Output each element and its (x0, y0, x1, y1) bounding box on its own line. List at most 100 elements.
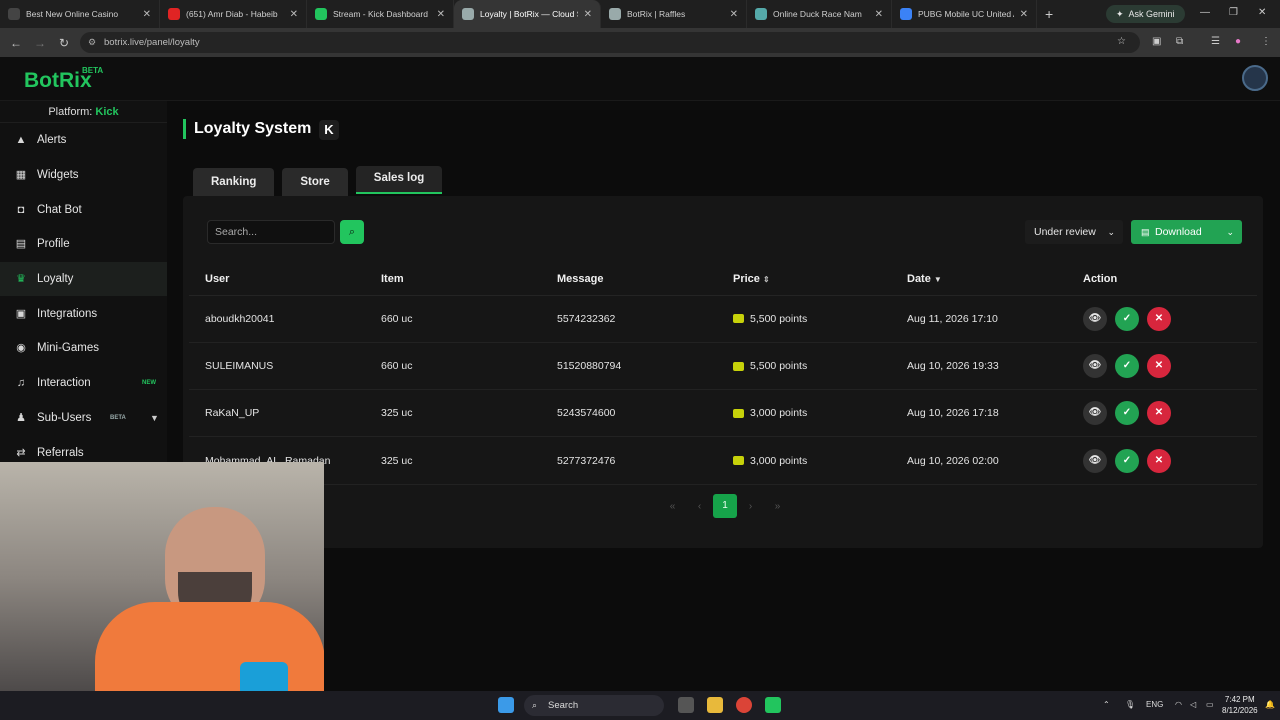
column-header-date[interactable]: Date ▼ (891, 264, 1067, 296)
cell-user: SULEIMANUS (189, 342, 365, 391)
menu-icon[interactable]: ⋮ (1261, 36, 1271, 47)
reject-button[interactable]: ✕ (1147, 306, 1171, 331)
user-avatar[interactable] (1242, 65, 1268, 91)
file-icon: ▤ (1141, 227, 1150, 237)
wifi-icon[interactable]: ◠ (1175, 700, 1182, 709)
first-page-icon[interactable]: « (659, 501, 686, 512)
restore-icon[interactable]: ❐ (1229, 7, 1238, 18)
notifications-icon[interactable]: 🔔 (1265, 700, 1275, 709)
tab-favicon-icon (8, 8, 20, 20)
sidebar-icon[interactable]: ☰ (1211, 36, 1220, 47)
close-icon[interactable]: ✕ (584, 9, 592, 20)
download-button[interactable]: ▤ Download ⌄ (1131, 220, 1242, 244)
sort-desc-icon[interactable]: ▼ (934, 275, 942, 284)
approve-button[interactable]: ✓ (1115, 353, 1139, 378)
page-button-current[interactable]: 1 (713, 494, 737, 518)
coins-icon (733, 314, 744, 324)
table-row: RaKaN_UP 325 uc 5243574600 3,000 points … (189, 389, 1257, 438)
profile-icon: ▤ (15, 238, 27, 251)
url-field[interactable]: ⚙ botrix.live/panel/loyalty (80, 32, 1140, 53)
chevron-down-icon[interactable]: ⌄ (1226, 220, 1234, 244)
windows-start-icon[interactable] (498, 697, 514, 713)
browser-tab[interactable]: Online Duck Race Nam ✕ (747, 0, 892, 28)
close-icon[interactable]: ✕ (730, 9, 738, 20)
cell-message: 5574232362 (541, 295, 717, 343)
table-row: aboudkh20041 660 uc 5574232362 5,500 poi… (189, 295, 1257, 343)
view-button[interactable]: 👁 (1083, 401, 1107, 426)
site-info-icon[interactable]: ⚙ (88, 37, 96, 48)
close-icon[interactable]: ✕ (1020, 9, 1028, 20)
close-icon[interactable]: ✕ (875, 9, 883, 20)
forward-icon[interactable]: → (28, 36, 52, 50)
chevron-down-icon[interactable]: ▼ (150, 413, 159, 423)
new-tab-icon[interactable]: + (1045, 6, 1053, 22)
status-filter-select[interactable]: Under review ⌄ (1025, 220, 1123, 244)
sidebar-item-sub-users[interactable]: ♟ Sub-Users BETA ▼ (0, 401, 167, 436)
sidebar-item-widgets[interactable]: ▦ Widgets (0, 158, 167, 193)
reload-icon[interactable]: ↻ (52, 36, 76, 50)
approve-button[interactable]: ✓ (1115, 448, 1139, 473)
window-close-icon[interactable]: ✕ (1258, 7, 1266, 18)
kick-app-icon[interactable] (765, 697, 781, 713)
reject-button[interactable]: ✕ (1147, 401, 1171, 426)
approve-button[interactable]: ✓ (1115, 306, 1139, 331)
profile-avatar-icon[interactable]: ● (1235, 36, 1241, 47)
puzzle-icon[interactable]: ⧉ (1176, 36, 1183, 47)
view-button[interactable]: 👁 (1083, 306, 1107, 331)
cell-date: Aug 10, 2026 02:00 (891, 436, 1067, 485)
back-icon[interactable]: ← (4, 36, 28, 50)
sidebar-item-integrations[interactable]: ▣ Integrations (0, 296, 167, 331)
column-header-price[interactable]: Price ⇕ (717, 264, 891, 296)
reject-button[interactable]: ✕ (1147, 353, 1171, 378)
approve-button[interactable]: ✓ (1115, 401, 1139, 426)
sidebar-item-alerts[interactable]: ▲ Alerts (0, 123, 167, 158)
search-input[interactable]: Search... (207, 220, 335, 244)
sidebar-item-chat-bot[interactable]: ◘ Chat Bot (0, 192, 167, 227)
task-view-icon[interactable] (678, 697, 694, 713)
sidebar-item-interaction[interactable]: ♫ Interaction NEW (0, 366, 167, 401)
cell-actions: 👁 ✓ ✕ (1067, 436, 1257, 485)
prev-page-icon[interactable]: ‹ (686, 501, 713, 512)
sidebar-item-loyalty[interactable]: ♛ Loyalty (0, 261, 167, 297)
tab-ranking[interactable]: Ranking (193, 168, 275, 196)
chrome-icon[interactable] (736, 697, 752, 713)
last-page-icon[interactable]: » (764, 501, 791, 512)
browser-tab[interactable]: Stream - Kick Dashboard ✕ (307, 0, 454, 28)
browser-tab[interactable]: PUBG Mobile UC United Ar ✕ (892, 0, 1037, 28)
browser-tab[interactable]: BotRix | Raffles ✕ (601, 0, 747, 28)
tab-favicon-icon (755, 8, 767, 20)
search-button[interactable]: ⌕ (340, 220, 364, 244)
tab-store[interactable]: Store (282, 168, 348, 196)
cell-item: 325 uc (365, 436, 541, 485)
microphone-icon[interactable]: 🎙 (1125, 700, 1135, 709)
battery-icon[interactable]: ▭ (1206, 700, 1214, 709)
cell-date: Aug 10, 2026 17:18 (891, 389, 1067, 438)
browser-tab[interactable]: Best New Online Casino ✕ (0, 0, 160, 28)
close-icon[interactable]: ✕ (437, 9, 445, 20)
extension-icon[interactable]: ▣ (1152, 36, 1161, 47)
sidebar-item-mini-games[interactable]: ◉ Mini-Games (0, 331, 167, 366)
minimize-icon[interactable]: — (1200, 7, 1210, 18)
taskbar-search[interactable]: ⌕ Search (524, 695, 664, 716)
ask-gemini-button[interactable]: ✦ Ask Gemini (1106, 5, 1185, 23)
robot-icon: ◘ (17, 203, 25, 216)
coins-icon (733, 456, 744, 466)
close-icon[interactable]: ✕ (290, 9, 298, 20)
view-button[interactable]: 👁 (1083, 353, 1107, 378)
bookmark-star-icon[interactable]: ☆ (1117, 36, 1126, 47)
sidebar-item-profile[interactable]: ▤ Profile (0, 227, 167, 262)
file-explorer-icon[interactable] (707, 697, 723, 713)
sort-icon[interactable]: ⇕ (763, 275, 770, 284)
close-icon[interactable]: ✕ (143, 9, 151, 20)
language-indicator[interactable]: ENG (1146, 700, 1163, 709)
next-page-icon[interactable]: › (737, 501, 764, 512)
browser-tab-bar: Best New Online Casino ✕ (651) Amr Diab -… (0, 0, 1280, 28)
reject-button[interactable]: ✕ (1147, 448, 1171, 473)
volume-icon[interactable]: ◁ (1190, 700, 1196, 709)
view-button[interactable]: 👁 (1083, 448, 1107, 473)
tray-chevron-icon[interactable]: ⌃ (1103, 700, 1110, 709)
system-clock[interactable]: 7:42 PM 8/12/2026 (1222, 694, 1258, 716)
browser-tab[interactable]: (651) Amr Diab - Habeib ✕ (160, 0, 307, 28)
tab-sales-log[interactable]: Sales log (355, 166, 443, 194)
browser-tab-active[interactable]: Loyalty | BotRix — Cloud St ✕ (454, 0, 601, 28)
